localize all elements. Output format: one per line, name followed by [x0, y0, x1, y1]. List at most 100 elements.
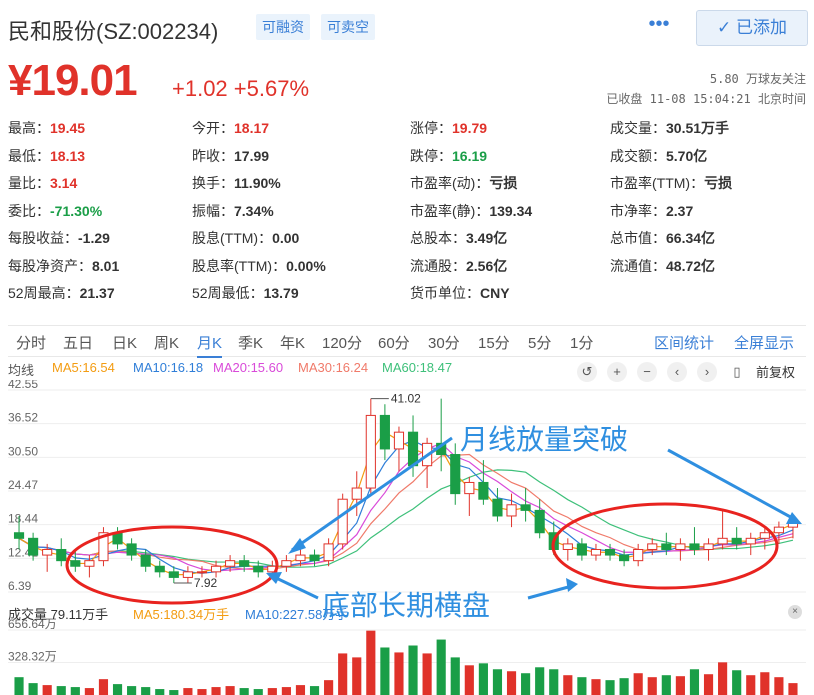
volume-bar [436, 639, 446, 695]
quote-item: 流通股：2.56亿 [410, 256, 507, 280]
market-status: 已收盘 11-08 15:04:21 北京时间 [606, 92, 806, 106]
quote-label: 52周最低： [192, 285, 264, 301]
volume-bar [127, 686, 137, 695]
period-tab[interactable]: 1分 [570, 332, 593, 353]
period-tab[interactable]: 分时 [16, 332, 46, 353]
candle-body [717, 537, 728, 545]
low-label: 7.92 [194, 576, 218, 590]
period-tab[interactable]: 60分 [378, 332, 410, 353]
quote-label: 每股净资产： [8, 257, 92, 274]
volume-bar [70, 687, 80, 695]
added-watchlist-button[interactable]: ✓ 已添加 [696, 10, 808, 46]
volume-bar [647, 677, 657, 695]
candle-body [576, 543, 587, 556]
interval-stats-link[interactable]: 区间统计 [654, 332, 714, 353]
period-tab[interactable]: 日K [112, 332, 137, 353]
quote-value: 0.00% [286, 257, 326, 274]
chevron-right-icon[interactable]: › [697, 362, 717, 382]
quote-label: 今开： [192, 120, 234, 136]
stock-title: 民和股份(SZ:002234) [8, 19, 219, 44]
volume-label: 成交量 79.11万手 [8, 607, 109, 622]
quote-value: 30.51万手 [666, 120, 730, 136]
volume-bar [394, 652, 404, 695]
quote-label: 振幅： [192, 202, 234, 219]
volume-bar [56, 686, 66, 695]
period-tab[interactable]: 120分 [322, 332, 362, 353]
candle-body [154, 565, 165, 573]
annotation-consolidation: 底部长期横盘 [322, 589, 491, 622]
candle-body [393, 431, 405, 450]
quote-value: 5.70亿 [666, 147, 708, 164]
reset-icon[interactable]: ↺ [577, 362, 597, 382]
chevron-left-icon[interactable]: ‹ [667, 362, 687, 382]
period-tab[interactable]: 五日 [63, 332, 93, 353]
ma5-label: MA5:16.54 [52, 360, 115, 375]
volume-bar [774, 677, 784, 695]
kline-chart[interactable]: 42.5536.5230.5024.4718.4412.416.3941.027… [0, 380, 814, 695]
close-icon[interactable]: × [788, 605, 802, 619]
volume-bar [295, 685, 306, 695]
quote-label: 52周最高： [8, 285, 80, 301]
candle-body [365, 414, 376, 489]
period-tab[interactable]: 15分 [478, 332, 510, 353]
vol-tick-label: 328.32万 [8, 650, 57, 664]
y-tick-label: 36.52 [8, 411, 38, 425]
annotation-breakout: 月线放量突破 [460, 423, 629, 456]
quote-label: 市净率： [610, 202, 666, 219]
quote-value: 0.00 [272, 230, 300, 246]
candle-type-icon[interactable]: ▯ [727, 362, 747, 382]
quote-label: 每股收益： [8, 230, 78, 246]
volume-bar [253, 689, 263, 695]
fullscreen-link[interactable]: 全屏显示 [734, 332, 794, 353]
candle-body [562, 543, 573, 550]
arrow-right [667, 448, 797, 522]
candle-body [731, 537, 742, 545]
short-sell-tag[interactable]: 可卖空 [321, 14, 375, 40]
adjustment-label[interactable]: 前复权 [756, 362, 795, 381]
volume-bar [338, 653, 348, 695]
volume-bar [211, 687, 221, 695]
quote-value: 19.79 [452, 120, 488, 136]
quote-item: 市净率：2.37 [610, 201, 693, 225]
quote-value: 16.19 [452, 147, 488, 164]
quote-value: 19.45 [50, 120, 86, 136]
quote-value: 17.99 [234, 147, 270, 164]
volume-bar [788, 683, 798, 695]
volume-bar [380, 647, 390, 695]
candle-body [703, 543, 714, 550]
quote-label: 总股本： [410, 230, 466, 246]
period-tab[interactable]: 5分 [528, 332, 551, 353]
quote-item: 市盈率(TTM)：亏损 [610, 173, 732, 197]
volume-bar [225, 686, 235, 695]
quote-item: 流通值：48.72亿 [610, 256, 715, 280]
candle-body [84, 560, 95, 567]
volume-bar [746, 675, 756, 695]
period-tab[interactable]: 季K [238, 332, 263, 353]
zoom-out-icon[interactable]: − [637, 362, 657, 382]
current-price: ¥19.01 [8, 56, 138, 105]
candle-body [604, 548, 616, 556]
quote-item: 成交量：30.51万手 [610, 118, 729, 142]
volume-bar [352, 657, 362, 695]
more-options-button[interactable]: ••• [648, 14, 670, 40]
quote-value: 139.34 [489, 202, 533, 219]
zoom-in-icon[interactable]: + [607, 362, 627, 382]
candle-body [633, 548, 644, 562]
period-tab[interactable]: 30分 [428, 332, 460, 353]
period-tab[interactable]: 月K [197, 332, 223, 358]
margin-tag[interactable]: 可融资 [256, 14, 310, 40]
candle-body [253, 565, 264, 573]
followers-count: 5.80 万球友关注 [709, 72, 806, 86]
volume-bar [98, 679, 109, 695]
volume-bar [450, 657, 460, 695]
period-tab[interactable]: 周K [154, 332, 179, 353]
candle-body [225, 560, 236, 567]
candle-body [675, 543, 686, 550]
candle-body [28, 537, 39, 556]
volume-bar [521, 673, 531, 695]
volume-bar [42, 685, 52, 695]
quote-label: 股息率(TTM)： [192, 257, 287, 274]
quote-label: 最高： [8, 120, 50, 136]
period-tab[interactable]: 年K [280, 332, 305, 353]
volume-bar [703, 674, 714, 695]
